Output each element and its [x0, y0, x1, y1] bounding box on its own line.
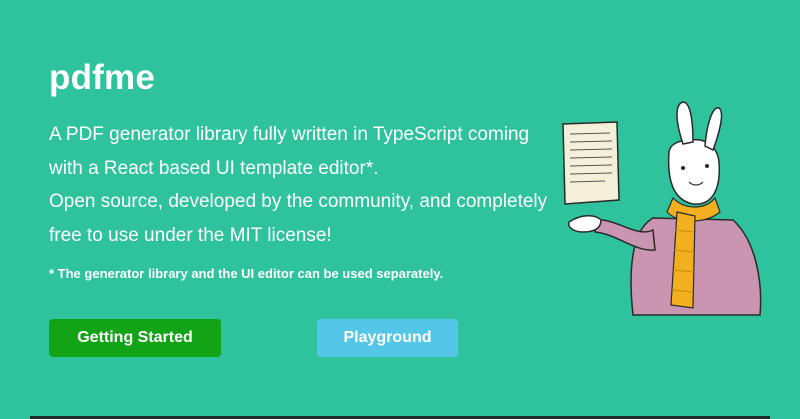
hero-description: A PDF generator library fully written in…	[49, 118, 569, 252]
description-line: free to use under the MIT license!	[49, 224, 332, 246]
page-title: pdfme	[49, 58, 155, 97]
description-line: with a React based UI template editor*.	[49, 157, 379, 179]
rabbit-holding-document-illustration	[562, 101, 762, 316]
playground-button[interactable]: Playground	[317, 319, 458, 357]
document-icon	[562, 121, 620, 205]
description-line: Open source, developed by the community,…	[49, 191, 548, 212]
description-line: A PDF generator library fully written in…	[49, 124, 530, 145]
hero-section: pdfme A PDF generator library fully writ…	[0, 0, 800, 419]
usage-note: * The generator library and the UI edito…	[49, 266, 444, 281]
getting-started-button[interactable]: Getting Started	[49, 319, 221, 357]
